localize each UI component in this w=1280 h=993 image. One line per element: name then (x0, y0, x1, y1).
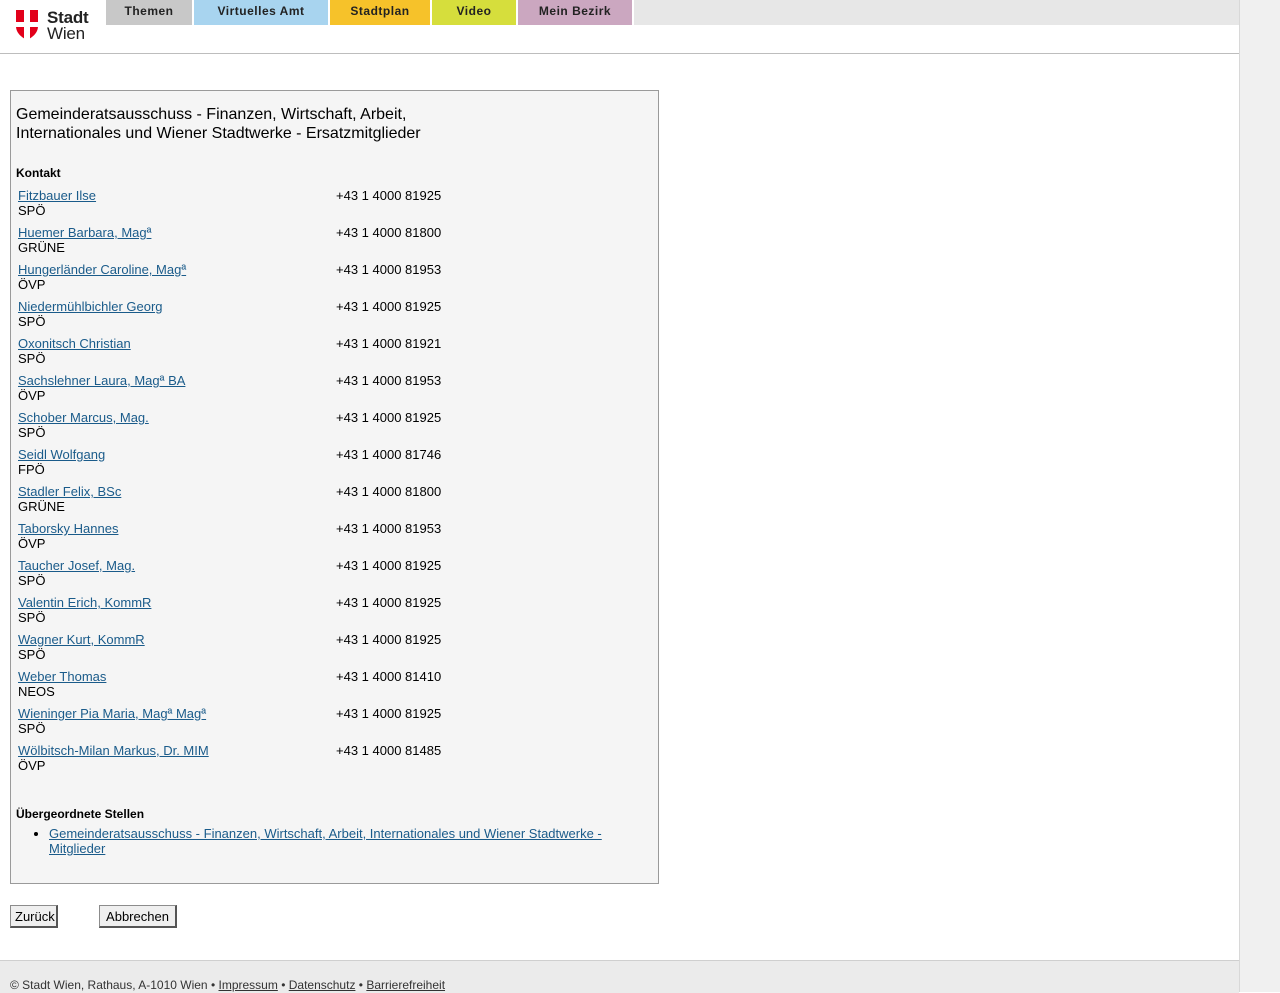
member-row: Wölbitsch-Milan Markus, Dr. MIM ÖVP +43 … (18, 743, 638, 780)
stadt-wien-logo[interactable]: Stadt Wien (16, 9, 96, 44)
member-party: ÖVP (18, 536, 46, 551)
contact-heading: Kontakt (16, 166, 61, 180)
member-phone: +43 1 4000 81921 (336, 336, 442, 351)
member-name-link[interactable]: Seidl Wolfgang (18, 447, 105, 462)
nav-tab-themen[interactable]: Themen (106, 0, 194, 25)
member-name-link[interactable]: Oxonitsch Christian (18, 336, 131, 351)
member-phone: +43 1 4000 81800 (336, 225, 442, 240)
member-row: Taborsky Hannes ÖVP +43 1 4000 81953 (18, 521, 638, 558)
footer-separator: • (358, 978, 363, 992)
member-name-link[interactable]: Stadler Felix, BSc (18, 484, 121, 499)
member-name-link[interactable]: Taucher Josef, Mag. (18, 558, 135, 573)
member-phone: +43 1 4000 81925 (336, 632, 442, 647)
member-row: Stadler Felix, BSc GRÜNE +43 1 4000 8180… (18, 484, 638, 521)
member-row: Wagner Kurt, KommR SPÖ +43 1 4000 81925 (18, 632, 638, 669)
member-phone: +43 1 4000 81925 (336, 706, 442, 721)
member-row: Schober Marcus, Mag. SPÖ +43 1 4000 8192… (18, 410, 638, 447)
member-row: Taucher Josef, Mag. SPÖ +43 1 4000 81925 (18, 558, 638, 595)
member-party: ÖVP (18, 277, 46, 292)
page-title: Gemeinderatsausschuss - Finanzen, Wirtsc… (16, 105, 616, 143)
list-item: Gemeinderatsausschuss - Finanzen, Wirtsc… (49, 826, 639, 856)
member-party: GRÜNE (18, 240, 65, 255)
site-header: Stadt Wien Themen Virtuelles Amt Stadtpl… (0, 0, 1239, 54)
parent-units-list: Gemeinderatsausschuss - Finanzen, Wirtsc… (28, 826, 639, 856)
member-party: NEOS (18, 684, 55, 699)
member-row: Niedermühlbichler Georg SPÖ +43 1 4000 8… (18, 299, 638, 336)
nav-tab-mein-bezirk[interactable]: Mein Bezirk (518, 0, 634, 25)
member-name-link[interactable]: Wagner Kurt, KommR (18, 632, 145, 647)
member-party: SPÖ (18, 647, 46, 662)
member-row: Hungerländer Caroline, Magª ÖVP +43 1 40… (18, 262, 638, 299)
member-name-link[interactable]: Wölbitsch-Milan Markus, Dr. MIM (18, 743, 209, 758)
member-phone: +43 1 4000 81953 (336, 521, 442, 536)
member-phone: +43 1 4000 81925 (336, 188, 442, 203)
member-party: SPÖ (18, 721, 46, 736)
member-party: SPÖ (18, 351, 46, 366)
page-title-line-2: Internationales und Wiener Stadtwerke - … (16, 125, 421, 142)
member-row: Fitzbauer Ilse SPÖ +43 1 4000 81925 (18, 188, 638, 225)
logo-wordmark: Stadt Wien (47, 9, 89, 43)
member-phone: +43 1 4000 81925 (336, 558, 442, 573)
member-name-link[interactable]: Hungerländer Caroline, Magª (18, 262, 186, 277)
member-name-link[interactable]: Huemer Barbara, Magª (18, 225, 151, 240)
barrierefreiheit-link[interactable]: Barrierefreiheit (366, 978, 445, 992)
member-phone: +43 1 4000 81925 (336, 410, 442, 425)
member-phone: +43 1 4000 81925 (336, 299, 442, 314)
nav-tab-video[interactable]: Video (432, 0, 518, 25)
member-phone: +43 1 4000 81953 (336, 373, 442, 388)
page-title-line-1: Gemeinderatsausschuss - Finanzen, Wirtsc… (16, 106, 407, 123)
member-phone: +43 1 4000 81800 (336, 484, 442, 499)
vertical-scrollbar[interactable] (1239, 0, 1280, 992)
member-name-link[interactable]: Weber Thomas (18, 669, 106, 684)
member-name-link[interactable]: Niedermühlbichler Georg (18, 299, 163, 314)
member-party: SPÖ (18, 610, 46, 625)
member-phone: +43 1 4000 81746 (336, 447, 442, 462)
footer-separator: • (281, 978, 286, 992)
member-party: SPÖ (18, 203, 46, 218)
wien-shield-icon (16, 10, 38, 40)
member-phone: +43 1 4000 81953 (336, 262, 442, 277)
member-row: Valentin Erich, KommR SPÖ +43 1 4000 819… (18, 595, 638, 632)
footer-separator: • (210, 978, 216, 992)
cancel-button[interactable]: Abbrechen (99, 905, 177, 928)
member-party: ÖVP (18, 758, 46, 773)
impressum-link[interactable]: Impressum (219, 978, 278, 992)
member-party: ÖVP (18, 388, 46, 403)
member-party: FPÖ (18, 462, 45, 477)
parent-unit-link[interactable]: Gemeinderatsausschuss - Finanzen, Wirtsc… (49, 826, 602, 856)
back-button[interactable]: Zurück (10, 905, 58, 928)
member-name-link[interactable]: Sachslehner Laura, Magª BA (18, 373, 185, 388)
member-phone: +43 1 4000 81485 (336, 743, 442, 758)
member-party: GRÜNE (18, 499, 65, 514)
member-phone: +43 1 4000 81925 (336, 595, 442, 610)
member-name-link[interactable]: Taborsky Hannes (18, 521, 118, 536)
member-row: Huemer Barbara, Magª GRÜNE +43 1 4000 81… (18, 225, 638, 262)
member-phone: +43 1 4000 81410 (336, 669, 442, 684)
member-name-link[interactable]: Valentin Erich, KommR (18, 595, 151, 610)
member-row: Weber Thomas NEOS +43 1 4000 81410 (18, 669, 638, 706)
member-party: SPÖ (18, 314, 46, 329)
parent-units-heading: Übergeordnete Stellen (16, 807, 145, 821)
page: Stadt Wien Themen Virtuelles Amt Stadtpl… (0, 0, 1239, 993)
footer-copyright: © Stadt Wien, Rathaus, A-1010 Wien (10, 978, 208, 992)
footer-line: © Stadt Wien, Rathaus, A-1010 Wien • Imp… (10, 978, 445, 992)
nav-tab-virtuelles-amt[interactable]: Virtuelles Amt (194, 0, 330, 25)
datenschutz-link[interactable]: Datenschutz (289, 978, 356, 992)
member-name-link[interactable]: Schober Marcus, Mag. (18, 410, 149, 425)
nav-tab-stadtplan[interactable]: Stadtplan (330, 0, 432, 25)
member-party: SPÖ (18, 425, 46, 440)
logo-line-wien: Wien (47, 24, 85, 43)
member-row: Wieninger Pia Maria, Magª Magª SPÖ +43 1… (18, 706, 638, 743)
member-name-link[interactable]: Fitzbauer Ilse (18, 188, 96, 203)
member-name-link[interactable]: Wieninger Pia Maria, Magª Magª (18, 706, 206, 721)
member-row: Sachslehner Laura, Magª BA ÖVP +43 1 400… (18, 373, 638, 410)
member-row: Oxonitsch Christian SPÖ +43 1 4000 81921 (18, 336, 638, 373)
committee-panel: Gemeinderatsausschuss - Finanzen, Wirtsc… (10, 90, 659, 884)
member-row: Seidl Wolfgang FPÖ +43 1 4000 81746 (18, 447, 638, 484)
member-party: SPÖ (18, 573, 46, 588)
site-footer: © Stadt Wien, Rathaus, A-1010 Wien • Imp… (0, 960, 1239, 993)
